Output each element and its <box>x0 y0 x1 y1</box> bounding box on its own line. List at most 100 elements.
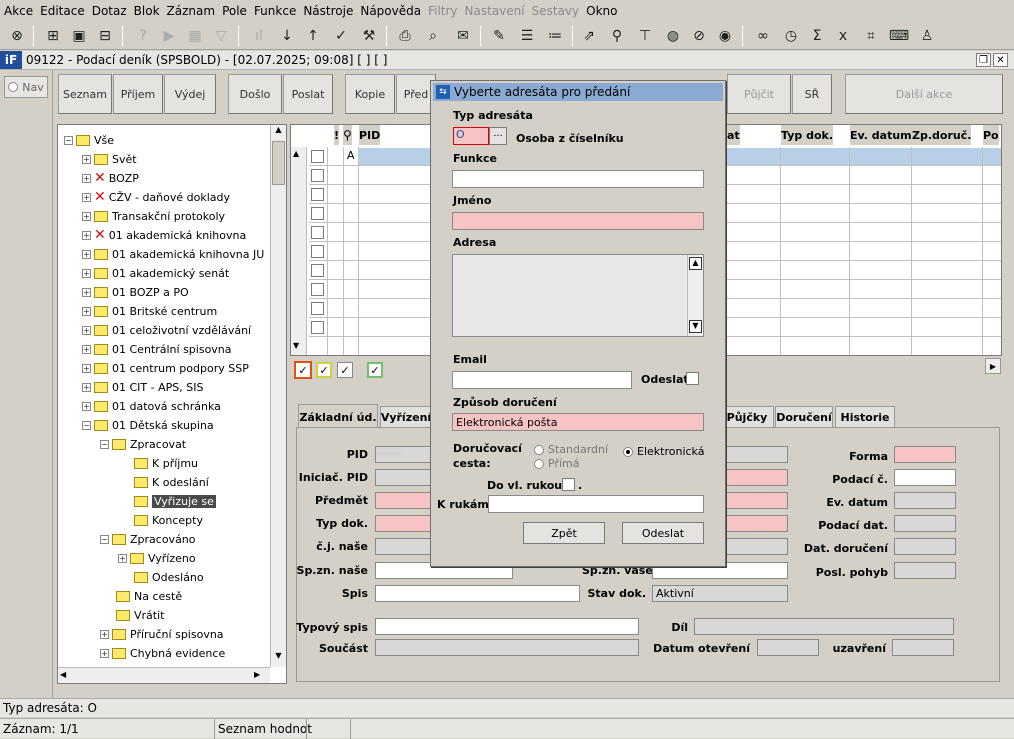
scroll-right-icon[interactable]: ▶ <box>254 670 260 679</box>
typovy-spis-field[interactable] <box>375 618 639 635</box>
scroll-thumb[interactable] <box>272 141 285 185</box>
list-icon[interactable]: ☰ <box>516 25 538 47</box>
row-checkbox[interactable] <box>311 188 324 201</box>
menu-zaznam[interactable]: Záznam <box>167 4 216 18</box>
zpet-button[interactable]: Zpět <box>523 522 605 544</box>
excel-icon[interactable]: x <box>832 25 854 47</box>
tree-node[interactable]: +01 akademický senát <box>82 264 229 282</box>
grid-vscrollbar[interactable]: ▲ ▼ <box>291 147 307 355</box>
funkce-input[interactable] <box>452 170 704 188</box>
prijem-button[interactable]: Příjem <box>113 74 163 114</box>
stav-dok-field[interactable]: Aktivní <box>652 585 788 602</box>
col-excl[interactable]: ! <box>334 125 340 145</box>
tab-historie[interactable]: Historie <box>835 406 895 428</box>
attachment-icon[interactable]: ⚲ <box>606 25 628 47</box>
tree-node[interactable]: +01 centrum podpory SSP <box>82 359 249 377</box>
col-typ-dok[interactable]: Typ dok. <box>781 125 833 145</box>
sort-asc-icon[interactable]: ↓ <box>276 25 298 47</box>
tree-node[interactable]: K odeslání <box>134 473 209 491</box>
doslo-button[interactable]: Došlo <box>228 74 282 114</box>
row-checkbox[interactable] <box>311 150 324 163</box>
row-checkbox[interactable] <box>311 283 324 296</box>
posl-pohyb-field[interactable] <box>894 562 956 579</box>
right-field-1[interactable] <box>724 446 788 463</box>
dil-field[interactable] <box>694 618 954 635</box>
cj-nase-field[interactable] <box>375 538 435 555</box>
tree-node[interactable]: + Chybná evidence <box>100 644 225 662</box>
do-vl-rukou-checkbox[interactable] <box>562 478 575 491</box>
col-at[interactable]: at <box>727 125 740 145</box>
signpost-icon[interactable]: ⊤ <box>634 25 656 47</box>
scroll-down-icon[interactable]: ▼ <box>689 320 702 333</box>
tree-node[interactable]: + Vyřízeno <box>118 549 196 567</box>
tree-node[interactable]: + ✕ CŽV - daňové doklady <box>82 188 230 206</box>
soucast-field[interactable] <box>375 639 639 656</box>
tree-hscrollbar[interactable]: ◀ ▶ <box>58 667 270 683</box>
close-circle-icon[interactable]: ⊗ <box>6 25 28 47</box>
globe-icon[interactable]: ◍ <box>662 25 684 47</box>
zpusob-input[interactable]: Elektronická pošta <box>452 413 704 431</box>
radio-standardni[interactable]: Standardní <box>534 443 608 456</box>
scroll-up-icon[interactable]: ▲ <box>293 149 299 158</box>
odeslat-checkbox[interactable] <box>686 372 699 385</box>
menu-funkce[interactable]: Funkce <box>254 4 296 18</box>
seznam-button[interactable]: Seznam <box>58 74 112 114</box>
tab-zakladni[interactable]: Základní úd. <box>298 404 378 429</box>
menu-napoveda[interactable]: Nápověda <box>360 4 421 18</box>
restore-icon[interactable]: ❐ <box>976 53 991 67</box>
print-icon[interactable]: ⎙ <box>394 25 416 47</box>
scroll-down-icon[interactable]: ▼ <box>272 651 285 665</box>
tree-node[interactable]: +01 akademická knihovna JU <box>82 245 264 263</box>
inic-pid-field[interactable] <box>375 469 435 486</box>
sr-button[interactable]: SŘ <box>792 74 832 114</box>
tree-node[interactable]: +01 datová schránka <box>82 397 221 415</box>
scroll-up-icon[interactable]: ▲ <box>272 125 285 139</box>
tree-node[interactable]: +01 celoživotní vzdělávání <box>82 321 251 339</box>
right-field-2[interactable] <box>724 469 788 486</box>
save-icon[interactable]: ▣ <box>68 25 90 47</box>
tree-node[interactable]: − Zpracovat <box>100 435 186 453</box>
clock-icon[interactable]: ◷ <box>780 25 802 47</box>
eye-icon[interactable]: ◉ <box>714 25 736 47</box>
menu-akce[interactable]: Akce <box>4 4 33 18</box>
email-input[interactable] <box>452 371 632 389</box>
close-icon[interactable]: ✕ <box>993 53 1008 67</box>
right-field-3[interactable] <box>724 492 788 509</box>
odeslat-button[interactable]: Odeslat <box>622 522 704 544</box>
tree-node-root[interactable]: − Vše <box>64 131 114 149</box>
nav-button[interactable]: Nav <box>4 76 48 98</box>
tree-node[interactable]: + ✕ 01 akademická knihovna <box>82 226 246 244</box>
podaci-dat-field[interactable] <box>894 515 956 532</box>
row-checkbox[interactable] <box>311 169 324 182</box>
remove-icon[interactable]: ⊟ <box>94 25 116 47</box>
external-link-icon[interactable]: ⇗ <box>578 25 600 47</box>
add-icon[interactable]: ⊞ <box>42 25 64 47</box>
right-field-5[interactable] <box>724 538 788 555</box>
tree-node[interactable]: + Transakční protokoly <box>82 207 225 225</box>
adresa-scrollbar[interactable]: ▲ ▼ <box>687 255 703 336</box>
sort-desc-icon[interactable]: ↑ <box>302 25 324 47</box>
glasses-icon[interactable]: ∞ <box>752 25 774 47</box>
radio-elektronicka[interactable]: Elektronická <box>623 445 704 458</box>
col-ev-datum[interactable]: Ev. datum <box>850 125 912 145</box>
col-attachment-icon[interactable]: ⚲ <box>343 125 352 145</box>
filter-checkbox-yellow[interactable]: ✓ <box>316 362 332 378</box>
tree-node-selected[interactable]: Vyřizuje se <box>134 492 216 510</box>
mail-icon[interactable]: ✉ <box>452 25 474 47</box>
tree-node[interactable]: + Svět <box>82 150 137 168</box>
adresa-textarea[interactable]: ▲ ▼ <box>452 254 704 337</box>
checklist-icon[interactable]: ≔ <box>544 25 566 47</box>
typ-dok-field[interactable] <box>375 515 435 532</box>
spis-field[interactable] <box>375 585 580 602</box>
tree-node[interactable]: Na cestě <box>116 587 182 605</box>
right-field-4[interactable] <box>724 515 788 532</box>
user-desk-icon[interactable]: ♙ <box>916 25 938 47</box>
col-po[interactable]: Po <box>983 125 999 145</box>
menu-nastroje[interactable]: Nástroje <box>303 4 353 18</box>
grid-scroll-right-icon[interactable]: ▶ <box>985 358 1001 374</box>
radio-prima[interactable]: Přímá <box>534 457 579 470</box>
row-checkbox[interactable] <box>311 207 324 220</box>
tree-node[interactable]: + ✕ BOZP <box>82 169 139 187</box>
pid-field[interactable]: ······· <box>375 446 435 463</box>
tree-node[interactable]: Odesláno <box>134 568 204 586</box>
